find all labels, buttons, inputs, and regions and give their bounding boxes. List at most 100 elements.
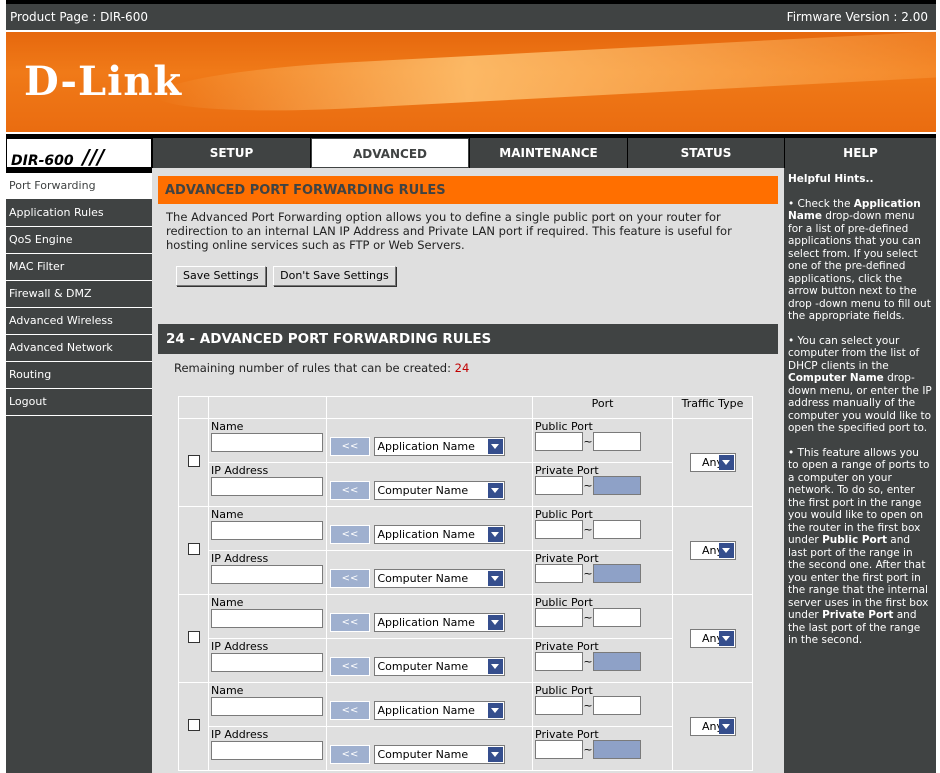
public-port-start-input[interactable]	[535, 520, 583, 539]
traffic-type-select[interactable]: Any	[689, 717, 736, 736]
rule-checkbox-cell	[178, 506, 209, 595]
sidebar-item-qos-engine[interactable]: QoS Engine	[6, 227, 152, 254]
fill-application-button[interactable]: <<	[330, 701, 370, 720]
traffic-type-select[interactable]: Any	[689, 629, 736, 648]
name-label: Name	[211, 420, 244, 433]
fill-computer-button[interactable]: <<	[330, 657, 370, 676]
private-port-start-input[interactable]	[535, 476, 583, 495]
port-range-tilde: ~	[583, 567, 593, 580]
fill-computer-button[interactable]: <<	[330, 745, 370, 764]
public-port-start-input[interactable]	[535, 696, 583, 715]
application-cell: << Application Name	[326, 418, 533, 463]
application-name-select[interactable]: Application Name	[373, 701, 505, 720]
ip-address-input[interactable]	[211, 741, 323, 760]
computer-name-select[interactable]: Computer Name	[373, 569, 505, 588]
sidebar-item-advanced-network[interactable]: Advanced Network	[6, 335, 152, 362]
public-port-end-input[interactable]	[593, 520, 641, 539]
fill-application-button[interactable]: <<	[330, 525, 370, 544]
help-body: Helpful Hints.. • Check the Application …	[784, 168, 936, 647]
private-port-cell: Private Port ~	[532, 550, 673, 595]
rule-enable-checkbox[interactable]	[187, 719, 200, 731]
public-port-label: Public Port	[535, 508, 593, 521]
name-input[interactable]	[211, 609, 323, 628]
traffic-type-select[interactable]: Any	[689, 541, 736, 560]
ip-address-input[interactable]	[211, 653, 323, 672]
fill-application-button[interactable]: <<	[330, 437, 370, 456]
computer-name-select[interactable]: Computer Name	[373, 657, 505, 676]
private-port-end-input	[593, 740, 641, 759]
public-port-start-input[interactable]	[535, 432, 583, 451]
rule-enable-checkbox[interactable]	[187, 631, 200, 643]
table-row: IP Address << Computer Name Private Port ~	[179, 726, 753, 771]
remaining-rules-text: Remaining number of rules that can be cr…	[158, 354, 778, 382]
public-port-end-input[interactable]	[593, 696, 641, 715]
traffic-type-cell: Any	[672, 418, 753, 507]
traffic-type-select[interactable]: Any	[689, 453, 736, 472]
name-cell: Name	[208, 682, 327, 727]
port-range-tilde: ~	[583, 699, 593, 712]
fill-application-button[interactable]: <<	[330, 613, 370, 632]
private-port-label: Private Port	[535, 728, 599, 741]
ip-address-cell: IP Address	[208, 638, 327, 683]
private-port-cell: Private Port ~	[532, 638, 673, 683]
application-name-select-value: Application Name	[377, 704, 475, 717]
tab-advanced[interactable]: ADVANCED	[311, 138, 469, 168]
application-name-select[interactable]: Application Name	[373, 525, 505, 544]
public-port-end-input[interactable]	[593, 608, 641, 627]
rule-enable-checkbox[interactable]	[187, 543, 200, 555]
ip-address-cell: IP Address	[208, 550, 327, 595]
section-description: The Advanced Port Forwarding option allo…	[166, 210, 732, 252]
tab-help[interactable]: HELP	[784, 138, 936, 168]
remaining-rules-count: 24	[454, 361, 470, 375]
application-name-select[interactable]: Application Name	[373, 437, 505, 456]
public-port-end-input[interactable]	[593, 432, 641, 451]
help-hint: • Check the Application Name drop-down m…	[788, 197, 931, 323]
fill-computer-button[interactable]: <<	[330, 569, 370, 588]
computer-name-select[interactable]: Computer Name	[373, 481, 505, 500]
computer-name-select-value: Computer Name	[377, 660, 469, 673]
tab-status[interactable]: STATUS	[627, 138, 784, 168]
sidebar-item-application-rules[interactable]: Application Rules	[6, 200, 152, 227]
main-content: ADVANCED PORT FORWARDING RULES The Advan…	[152, 168, 784, 773]
tab-maintenance[interactable]: MAINTENANCE	[469, 138, 627, 168]
rule-enable-checkbox[interactable]	[187, 455, 200, 467]
sidebar-item-firewall-dmz[interactable]: Firewall & DMZ	[6, 281, 152, 308]
name-input[interactable]	[211, 697, 323, 716]
private-port-start-input[interactable]	[535, 740, 583, 759]
fill-computer-button[interactable]: <<	[330, 481, 370, 500]
public-port-label: Public Port	[535, 684, 593, 697]
chevron-down-icon	[487, 527, 503, 542]
table-row: IP Address << Computer Name Private Port ~	[179, 462, 753, 507]
private-port-start-input[interactable]	[535, 564, 583, 583]
sidebar-item-mac-filter[interactable]: MAC Filter	[6, 254, 152, 281]
model-slashes: ///	[82, 145, 105, 169]
traffic-type-cell: Any	[672, 594, 753, 683]
computer-name-select-value: Computer Name	[377, 572, 469, 585]
name-input[interactable]	[211, 433, 323, 452]
ip-address-input[interactable]	[211, 477, 323, 496]
header-cell	[178, 396, 209, 419]
public-port-start-input[interactable]	[535, 608, 583, 627]
dont-save-settings-button[interactable]: Don't Save Settings	[273, 266, 396, 286]
private-port-start-input[interactable]	[535, 652, 583, 671]
firmware-version-label: Firmware Version : 2.00	[786, 10, 928, 24]
table-header-row: Port Traffic Type	[178, 396, 753, 419]
sidebar: Port Forwarding Application Rules QoS En…	[6, 173, 152, 773]
computer-name-select-value: Computer Name	[377, 748, 469, 761]
traffic-type-cell: Any	[672, 506, 753, 595]
sidebar-item-port-forwarding[interactable]: Port Forwarding	[6, 173, 152, 200]
sidebar-item-advanced-wireless[interactable]: Advanced Wireless	[6, 308, 152, 335]
sidebar-item-routing[interactable]: Routing	[6, 362, 152, 389]
name-input[interactable]	[211, 521, 323, 540]
tab-setup[interactable]: SETUP	[152, 138, 310, 168]
application-name-select[interactable]: Application Name	[373, 613, 505, 632]
save-settings-button[interactable]: Save Settings	[176, 266, 266, 286]
computer-name-select[interactable]: Computer Name	[373, 745, 505, 764]
chevron-down-icon	[487, 483, 503, 498]
ip-address-input[interactable]	[211, 565, 323, 584]
settings-buttons: Save Settings Don't Save Settings	[158, 252, 778, 286]
sidebar-item-logout[interactable]: Logout	[6, 389, 152, 416]
table-row: Name << Application Name Public Port ~ Any	[178, 418, 753, 507]
chevron-down-icon	[487, 615, 503, 630]
product-page-label: Product Page : DIR-600	[10, 10, 148, 24]
